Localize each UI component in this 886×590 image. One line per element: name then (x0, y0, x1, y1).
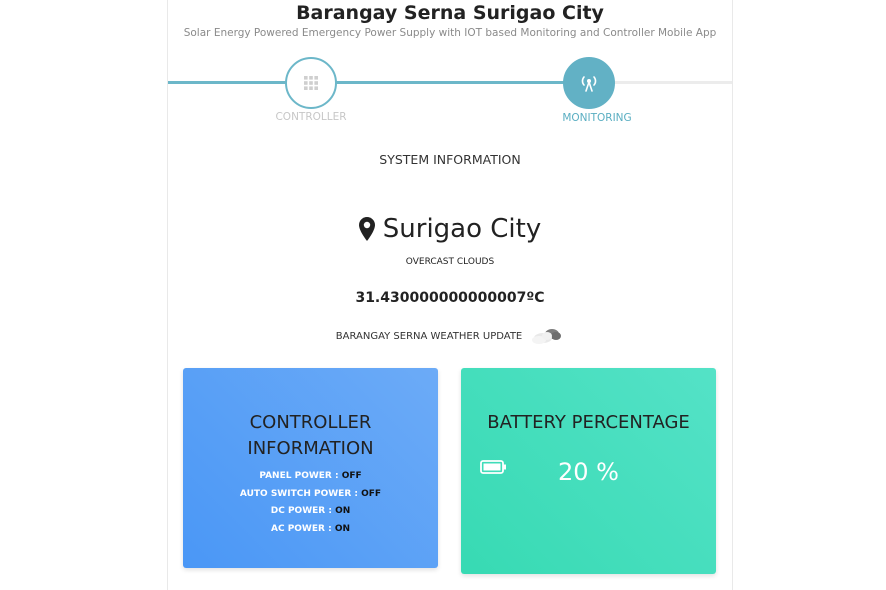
status-dc-power: DC POWER : ON (183, 503, 438, 521)
status-value: ON (334, 523, 351, 534)
section-title: SYSTEM INFORMATION (379, 152, 521, 167)
status-ac-power: AC POWER : ON (183, 521, 438, 539)
controller-status-list: PANEL POWER : OFF AUTO SWITCH POWER : OF… (183, 468, 438, 538)
status-value: OFF (361, 488, 382, 499)
app-title: Barangay Serna Surigao City (296, 2, 604, 24)
app-subtitle: Solar Energy Powered Emergency Power Sup… (183, 27, 717, 39)
status-value: ON (335, 506, 351, 516)
tower-icon (581, 76, 597, 92)
city-name: Surigao City (382, 214, 542, 244)
controller-title-line1: CONTROLLER (249, 412, 372, 433)
map-marker-icon (358, 217, 375, 241)
location-row: Surigao City (168, 214, 732, 244)
status-value: OFF (341, 471, 362, 481)
battery-percentage-value: 20 % (558, 458, 619, 486)
temperature: 31.430000000000007ºC (355, 290, 545, 306)
main-panel: Barangay Serna Surigao City Solar Energy… (167, 0, 733, 590)
status-label: PANEL POWER : (259, 471, 339, 481)
status-label: AUTO SWITCH POWER : (239, 488, 358, 499)
status-auto-switch-power: AUTO SWITCH POWER : OFF (183, 486, 438, 504)
status-label: AC POWER : (270, 523, 332, 534)
cloud-icon (532, 329, 562, 344)
grid-icon (304, 76, 318, 90)
status-panel-power: PANEL POWER : OFF (183, 468, 438, 486)
step-controller[interactable] (285, 57, 337, 109)
weather-update-row: BARANGAY SERNA WEATHER UPDATE (168, 326, 732, 346)
status-label: DC POWER : (270, 506, 332, 516)
controller-title-line2: INFORMATION (247, 438, 374, 459)
step-monitoring-label[interactable]: MONITORING (527, 112, 667, 124)
battery-title: BATTERY PERCENTAGE (487, 412, 690, 433)
controller-info-title: CONTROLLER INFORMATION (183, 410, 438, 462)
step-monitoring[interactable] (563, 57, 615, 109)
step-controller-label[interactable]: CONTROLLER (241, 111, 381, 123)
weather-update-label: BARANGAY SERNA WEATHER UPDATE (335, 330, 523, 342)
stepper-progress-line (168, 81, 566, 84)
weather-condition: OVERCAST CLOUDS (405, 257, 495, 267)
